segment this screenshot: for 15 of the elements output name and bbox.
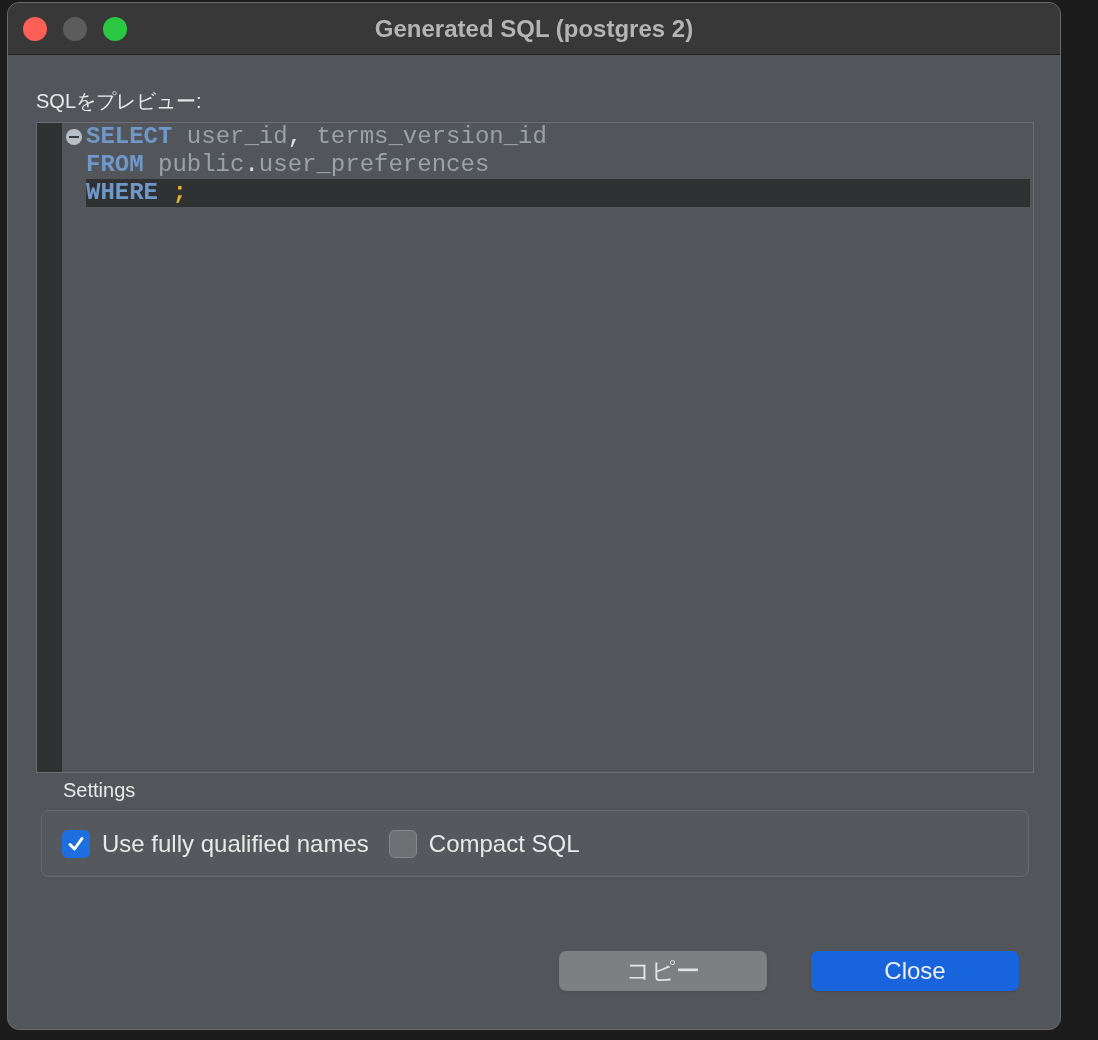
checkbox[interactable]: [62, 829, 90, 858]
window-title: Generated SQL (postgres 2): [374, 13, 694, 44]
checkbox[interactable]: [388, 829, 417, 858]
preview-label: SQLをプレビュー:: [36, 89, 202, 114]
close-button[interactable]: Close: [811, 951, 1019, 991]
code-line: SELECT user_id, terms_version_id: [86, 123, 548, 151]
copy-button[interactable]: コピー: [559, 951, 767, 991]
zoom-window-button[interactable]: [103, 17, 127, 41]
checkbox-label[interactable]: Use fully qualified names: [102, 825, 369, 862]
fold-icon[interactable]: [65, 128, 83, 146]
settings-label: Settings: [63, 778, 136, 803]
sql-editor[interactable]: SELECT user_id, terms_version_id FROM public.user_preferences WHERE ;: [36, 122, 1034, 773]
checkbox-label[interactable]: Compact SQL: [428, 825, 580, 862]
code-line: FROM public.user_preferences: [86, 151, 491, 179]
close-window-button[interactable]: [23, 17, 47, 41]
